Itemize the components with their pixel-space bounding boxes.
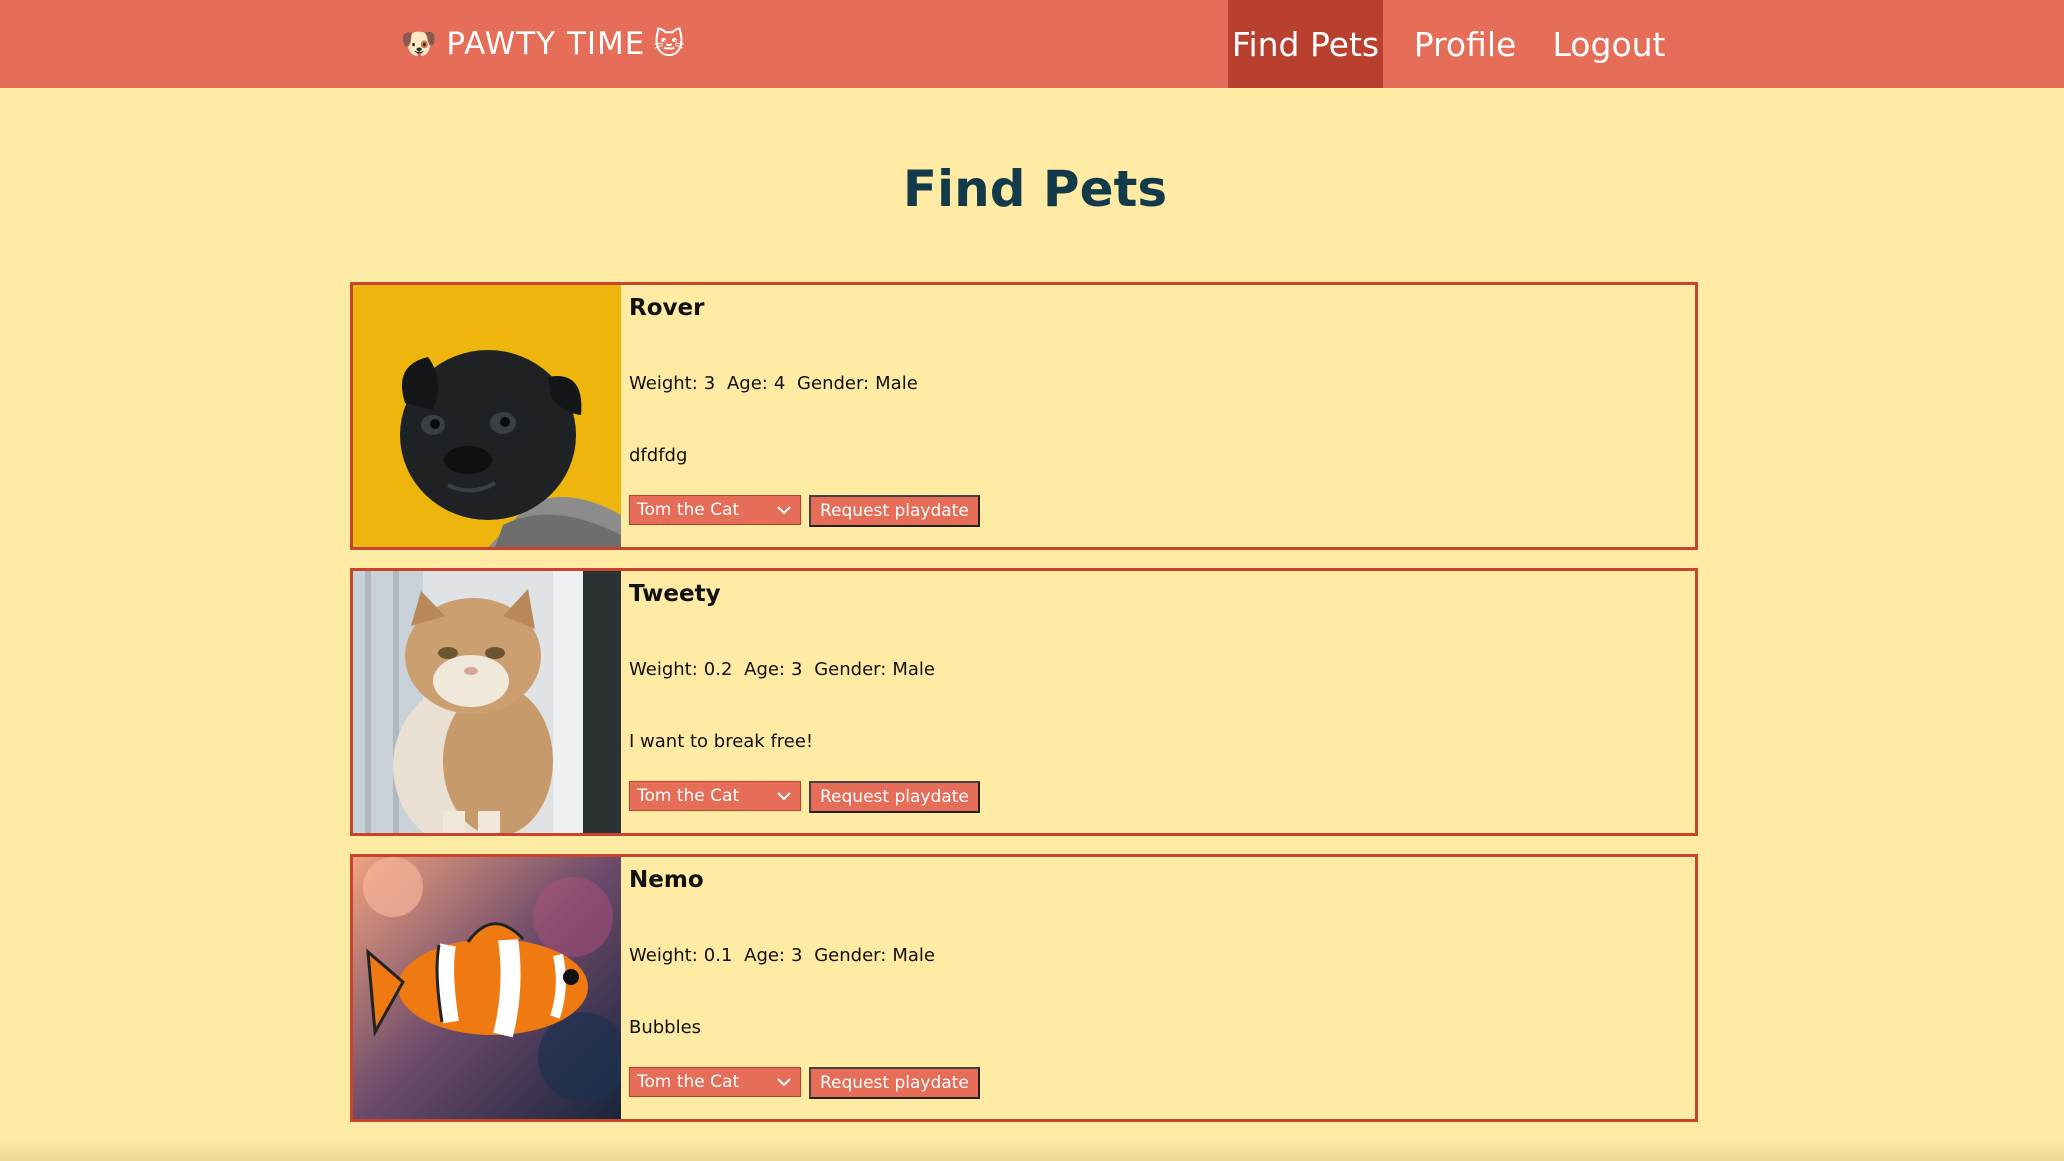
- gender-value: Male: [892, 945, 935, 966]
- pug-dog-image: [353, 285, 621, 547]
- page-title: Find Pets: [902, 160, 1168, 218]
- my-pet-select[interactable]: Tom the Cat: [629, 781, 801, 811]
- weight-label: Weight:: [629, 373, 698, 394]
- select-value: Tom the Cat: [637, 1072, 740, 1092]
- pet-card: Tweety Weight: 0.2 Age: 3 Gender: Male I wa…: [350, 568, 1698, 836]
- pet-name: Rover: [629, 295, 705, 321]
- weight-label: Weight:: [629, 945, 698, 966]
- request-playdate-button[interactable]: Request playdate: [809, 781, 980, 813]
- gender-label: Gender:: [814, 659, 887, 680]
- pet-name: Nemo: [629, 867, 704, 893]
- chevron-down-icon: [777, 792, 791, 801]
- request-playdate-button[interactable]: Request playdate: [809, 495, 980, 527]
- pet-name: Tweety: [629, 581, 721, 607]
- brand-logo[interactable]: 🐶 PAWTY TIME 🐱: [400, 0, 686, 88]
- pet-card: Rover Weight: 3 Age: 4 Gender: Male dfdfdg …: [350, 282, 1698, 550]
- pet-stats: Weight: 0.2 Age: 3 Gender: Male: [629, 659, 941, 680]
- gender-label: Gender:: [797, 373, 870, 394]
- top-navbar: 🐶 PAWTY TIME 🐱 Find Pets Profile Logout: [0, 0, 2064, 88]
- weight-label: Weight:: [629, 659, 698, 680]
- request-playdate-button[interactable]: Request playdate: [809, 1067, 980, 1099]
- dog-face-icon: 🐶: [400, 26, 439, 62]
- age-label: Age:: [744, 945, 786, 966]
- my-pet-select[interactable]: Tom the Cat: [629, 495, 801, 525]
- age-value: 4: [773, 373, 786, 394]
- pet-card: Nemo Weight: 0.1 Age: 3 Gender: Male Bubble…: [350, 854, 1698, 1122]
- gender-value: Male: [875, 373, 918, 394]
- pet-stats: Weight: 0.1 Age: 3 Gender: Male: [629, 945, 941, 966]
- pet-description: I want to break free!: [629, 731, 814, 752]
- nav-logout[interactable]: Logout: [1547, 0, 1671, 88]
- weight-value: 0.2: [703, 659, 733, 680]
- weight-value: 3: [703, 373, 716, 394]
- persian-cat-image: [353, 571, 621, 833]
- chevron-down-icon: [777, 1078, 791, 1087]
- bottom-fade: [0, 1139, 2064, 1161]
- age-value: 3: [791, 659, 803, 680]
- chevron-down-icon: [777, 506, 791, 515]
- brand-name: PAWTY TIME: [446, 26, 646, 62]
- select-value: Tom the Cat: [637, 786, 740, 806]
- nav-profile[interactable]: Profile: [1383, 0, 1547, 88]
- pet-photo-cat: [353, 571, 621, 833]
- pet-info: Tweety Weight: 0.2 Age: 3 Gender: Male I wa…: [629, 571, 1695, 833]
- pet-photo-pug: [353, 285, 621, 547]
- gender-label: Gender:: [814, 945, 887, 966]
- nav-links: Find Pets Profile Logout: [1228, 0, 1671, 88]
- playdate-controls: Tom the Cat Request playdate: [629, 781, 980, 813]
- age-value: 3: [791, 945, 803, 966]
- clownfish-image: [353, 857, 621, 1119]
- pet-description: Bubbles: [629, 1017, 702, 1038]
- pet-info: Nemo Weight: 0.1 Age: 3 Gender: Male Bubble…: [629, 857, 1695, 1119]
- nav-find-pets[interactable]: Find Pets: [1228, 0, 1383, 88]
- pet-stats: Weight: 3 Age: 4 Gender: Male: [629, 373, 924, 394]
- select-value: Tom the Cat: [637, 500, 740, 520]
- playdate-controls: Tom the Cat Request playdate: [629, 1067, 980, 1099]
- age-label: Age:: [744, 659, 786, 680]
- playdate-controls: Tom the Cat Request playdate: [629, 495, 980, 527]
- age-label: Age:: [726, 373, 768, 394]
- pet-photo-fish: [353, 857, 621, 1119]
- gender-value: Male: [892, 659, 935, 680]
- my-pet-select[interactable]: Tom the Cat: [629, 1067, 801, 1097]
- cat-face-icon: 🐱: [653, 26, 686, 62]
- weight-value: 0.1: [703, 945, 733, 966]
- pet-info: Rover Weight: 3 Age: 4 Gender: Male dfdfdg …: [629, 285, 1695, 547]
- pet-description: dfdfdg: [629, 445, 688, 466]
